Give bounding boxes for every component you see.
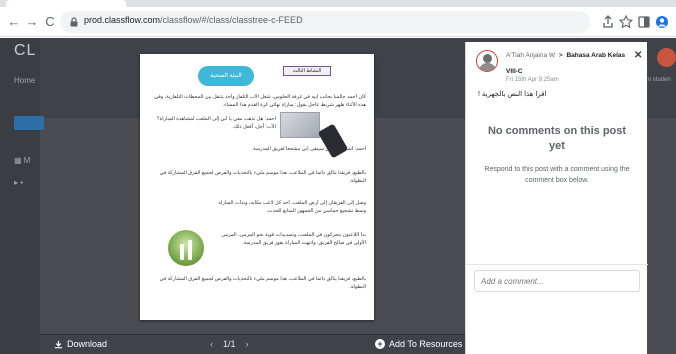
football-image-player-1 xyxy=(180,244,184,260)
user-avatar[interactable] xyxy=(657,48,676,67)
post-author-line: A'Tiah Anjaina W > Bahasa Arab Kelas xyxy=(506,52,625,59)
document-activity-header: النشاط الثالث xyxy=(283,66,331,76)
post-class-name[interactable]: Bahasa Arab Kelas xyxy=(566,52,625,59)
previous-page-button[interactable]: ‹ xyxy=(210,339,213,349)
download-icon xyxy=(54,340,63,348)
sidebar-row-1-label: M xyxy=(23,156,31,165)
document-paragraph-6: بدأ اللاعبون يتحركون في الملعب، وتسديدات… xyxy=(221,232,366,246)
next-page-button[interactable]: › xyxy=(246,339,249,349)
lock-icon xyxy=(70,17,78,27)
page-indicator: 1/1 xyxy=(223,339,236,349)
avatar-head-shape xyxy=(483,54,492,63)
browser-tab[interactable] xyxy=(6,0,126,7)
comment-input[interactable] xyxy=(474,270,640,292)
viewer-toolbar: Download ‹ 1/1 › + Add To Resources xyxy=(40,334,465,354)
page-pager: ‹ 1/1 › xyxy=(210,339,249,349)
empty-comments-hint: Respond to this post with a comment usin… xyxy=(484,166,630,184)
add-to-resources-button[interactable]: + Add To Resources xyxy=(375,339,462,349)
document-paragraph-4: بالطبع، فريقنا يتألق دائما في الملاعب، ه… xyxy=(159,170,366,184)
sidebar-row-2[interactable]: ▸ ▪ xyxy=(14,178,44,192)
url-host: prod.classflow.com xyxy=(84,15,161,25)
download-button[interactable]: Download xyxy=(54,339,107,349)
star-icon[interactable] xyxy=(618,14,634,30)
reload-button[interactable]: C xyxy=(42,14,58,30)
app-logo: CL xyxy=(14,42,37,59)
document-paragraph-5: وصل إلى الفريقان إلى أرض الملعب. أخذ كل … xyxy=(218,200,366,214)
url-path: /classflow/#/class/classtree-c-FEED xyxy=(160,15,303,25)
chevron-right-icon: > xyxy=(558,52,563,59)
forward-button[interactable]: → xyxy=(24,14,40,30)
home-link[interactable]: Home xyxy=(14,76,35,85)
document-cloud-title: البيئة الصحية xyxy=(198,66,254,86)
share-icon[interactable] xyxy=(600,14,616,30)
close-icon[interactable]: ✕ xyxy=(634,50,642,61)
address-bar[interactable]: prod.classflow.com/classflow/#/class/cla… xyxy=(60,11,590,33)
post-author-name: A'Tiah Anjaina W xyxy=(506,52,556,59)
tv-image xyxy=(280,112,320,138)
app-sidebar xyxy=(0,38,40,354)
comment-panel: A'Tiah Anjaina W > Bahasa Arab Kelas VII… xyxy=(465,42,648,354)
browser-toolbar: ← → C prod.classflow.com/classflow/#/cla… xyxy=(0,7,676,37)
background-snippet: m studen xyxy=(646,77,671,83)
download-label: Download xyxy=(67,339,108,349)
add-to-resources-label: Add To Resources xyxy=(389,339,463,349)
author-avatar xyxy=(476,50,498,72)
tab-search-icon[interactable] xyxy=(636,14,652,30)
avatar-body-shape xyxy=(479,63,496,71)
football-image xyxy=(168,230,204,266)
document-paragraph-7: بالطبع، فريقنا يتألق دائما في الملاعب، ه… xyxy=(159,276,366,290)
football-image-player-2 xyxy=(188,240,192,260)
document-paragraph-3: أحمد: أشكرك يا أبي سيبقى أبي مشجعا لفريق… xyxy=(251,146,366,152)
profile-icon[interactable] xyxy=(654,14,670,30)
document-paragraph-1: كان أحمد جالسا بجانب أبيه في غرفة الجلوس… xyxy=(154,94,366,108)
post-class-section: VIII-C xyxy=(506,68,523,75)
back-button[interactable]: ← xyxy=(6,14,22,30)
document-paragraph-2: أحمد: هل تذهب معي يا أبي إلى الملعب لمشا… xyxy=(156,116,276,130)
post-timestamp: Fri 15th Apr 9:25am xyxy=(506,77,559,83)
post-text: اقرا هذا النص بالجهرية ! xyxy=(478,91,547,98)
sidebar-row-1[interactable]: ▦ M xyxy=(14,156,44,170)
browser-tabstrip xyxy=(0,0,676,7)
document-page: البيئة الصحية النشاط الثالث كان أحمد جال… xyxy=(140,54,374,320)
empty-comments-title: No comments on this post yet xyxy=(487,125,627,152)
comment-divider xyxy=(466,264,648,265)
add-circle-icon: + xyxy=(375,339,385,349)
url-text: prod.classflow.com/classflow/#/class/cla… xyxy=(84,15,303,25)
app-action-button[interactable] xyxy=(14,116,44,130)
